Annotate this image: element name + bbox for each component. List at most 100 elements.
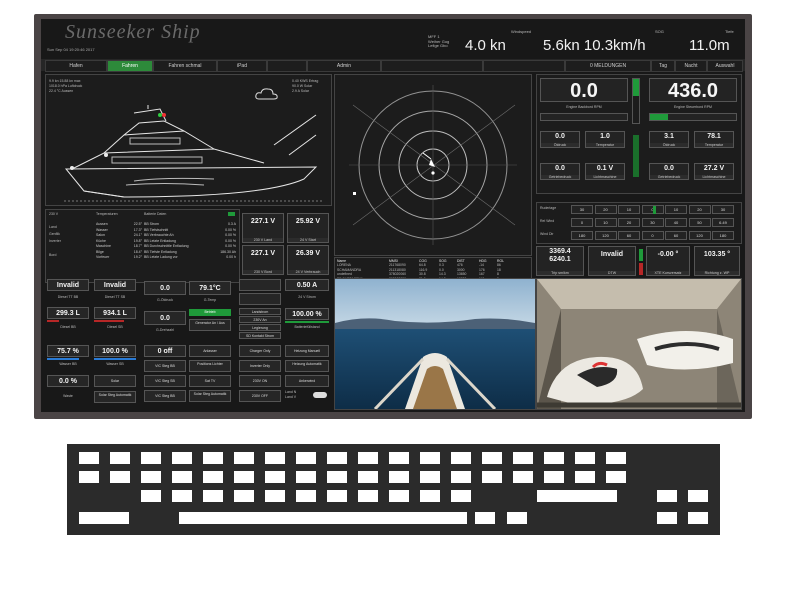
nacht-button[interactable]: Nacht <box>675 60 707 72</box>
strom-24v-value: 0.50 A <box>285 279 329 291</box>
tab-empty-1[interactable] <box>267 60 307 72</box>
keyboard-key[interactable] <box>688 490 708 502</box>
keyboard-key[interactable] <box>482 452 502 464</box>
heizung-manuell-button[interactable]: Heizung Manuell <box>285 345 329 357</box>
keyboard-key[interactable] <box>420 490 440 502</box>
land-toggle[interactable] <box>313 392 327 398</box>
tab-hafen[interactable]: Hafen <box>45 60 107 72</box>
tab-admin[interactable]: Admin <box>307 60 381 72</box>
keyboard-key[interactable] <box>179 512 467 524</box>
dtw-box: Invalid DTW <box>588 246 636 276</box>
keyboard-key[interactable] <box>475 512 495 524</box>
generator-toggle-button[interactable]: Generator An / Aus <box>189 319 231 331</box>
keyboard-key[interactable] <box>141 452 161 464</box>
keyboard-key[interactable] <box>203 452 223 464</box>
keyboard-key[interactable] <box>544 471 564 483</box>
keyboard-key[interactable] <box>688 512 708 524</box>
vic-steg-sb-button[interactable]: VIC Steg SB <box>144 375 186 387</box>
keyboard-key[interactable] <box>141 471 161 483</box>
cloud-icon <box>255 88 278 100</box>
diesel-bb-level <box>47 320 59 322</box>
keyboard-key[interactable] <box>657 512 677 524</box>
keyboard-key[interactable] <box>389 471 409 483</box>
keyboard-key[interactable] <box>296 490 316 502</box>
keyboard-key[interactable] <box>606 452 626 464</box>
tab-ipad[interactable]: iPad <box>217 60 267 72</box>
keyboard-key[interactable] <box>265 452 285 464</box>
keyboard-key[interactable] <box>110 452 130 464</box>
keyboard-key[interactable] <box>389 452 409 464</box>
keyboard-key[interactable] <box>172 452 192 464</box>
rel-wind-scale: 0 10 20 30 40 50 6.49 <box>571 218 737 228</box>
winddir-row-tick: 60 <box>618 231 640 240</box>
solar-steg-automatik-button[interactable]: Solar Steg Automatik <box>189 390 231 402</box>
tab-fahren-schmal[interactable]: Fahren schmal <box>153 60 217 72</box>
solar-button[interactable]: Solar <box>94 375 136 387</box>
anlasser-button[interactable]: Anlasser <box>189 345 231 357</box>
keyboard-key[interactable] <box>420 452 440 464</box>
keyboard-key[interactable] <box>513 471 533 483</box>
keyboard-key[interactable] <box>358 471 378 483</box>
keyboard-key[interactable] <box>358 452 378 464</box>
tab-empty-3[interactable] <box>483 60 565 72</box>
keyboard-key[interactable] <box>513 452 533 464</box>
keyboard-key[interactable] <box>234 471 254 483</box>
keyboard-key[interactable] <box>234 490 254 502</box>
keyboard-key[interactable] <box>234 452 254 464</box>
keyboard-key[interactable] <box>606 471 626 483</box>
battery-header: Batterie Daten <box>144 212 167 216</box>
keyboard-key[interactable] <box>575 471 595 483</box>
inverter-only-button[interactable]: Inverter Only <box>239 360 281 372</box>
solar-steg-button[interactable]: Solar Steg Automatik <box>94 391 136 403</box>
keyboard-key[interactable] <box>507 512 527 524</box>
keyboard-key[interactable] <box>537 490 617 502</box>
auswahl-button[interactable]: Auswahl <box>707 60 743 72</box>
keyboard-key[interactable] <box>389 490 409 502</box>
keyboard-key[interactable] <box>544 452 564 464</box>
voltage-bord-box: 227.1 V 230 V Bord <box>242 245 284 275</box>
keyboard-key[interactable] <box>79 512 129 524</box>
tag-button[interactable]: Tag <box>651 60 675 72</box>
keyboard-key[interactable] <box>451 452 471 464</box>
keyboard-key[interactable] <box>172 471 192 483</box>
keyboard-key[interactable] <box>296 452 316 464</box>
charger-only-button[interactable]: Charger Only <box>239 345 281 357</box>
keyboard-key[interactable] <box>327 490 347 502</box>
vic-steg-bb2-button[interactable]: VIC Steg BB <box>144 390 186 402</box>
keyboard-key[interactable] <box>203 490 223 502</box>
wind-dir-label: Wind Dir <box>540 232 554 236</box>
keyboard-key[interactable] <box>451 490 471 502</box>
keyboard-key[interactable] <box>296 471 316 483</box>
keyboard-key[interactable] <box>79 452 99 464</box>
keyboard-key[interactable] <box>358 490 378 502</box>
keyboard-key[interactable] <box>327 471 347 483</box>
keyboard-key[interactable] <box>141 490 161 502</box>
230v-on-button[interactable]: 230V ON <box>239 375 281 387</box>
keyboard-key[interactable] <box>79 471 99 483</box>
keyboard-key[interactable] <box>265 490 285 502</box>
230v-off-button[interactable]: 230V OFF <box>239 390 281 402</box>
ankerwind-button[interactable]: Ankerwind <box>285 375 329 387</box>
keyboard-key[interactable] <box>451 471 471 483</box>
engine-steuerbord-rpm-box: 436.0 <box>649 78 737 102</box>
keyboard-key[interactable] <box>575 452 595 464</box>
relwind-row-tick: 30 <box>641 218 664 227</box>
wind-dir-scale: 180 120 60 0 60 120 180 <box>571 231 737 241</box>
tab-fahren[interactable]: Fahren <box>107 60 153 72</box>
diesel-bb-value: 299.3 L <box>47 307 89 319</box>
keyboard-key[interactable] <box>110 471 130 483</box>
keyboard-key[interactable] <box>265 471 285 483</box>
heizung-automatik-button[interactable]: Heizung Automatik <box>285 360 329 372</box>
keyboard-key[interactable] <box>172 490 192 502</box>
sat-tv-button[interactable]: Sat TV <box>189 375 231 387</box>
positions-lichter-button[interactable]: Positions Lichter <box>189 360 231 372</box>
rudder-wind-panel: Ruderlage Rel Wind Wind Dir 302010010203… <box>536 202 742 244</box>
keyboard-key[interactable] <box>420 471 440 483</box>
keyboard-key[interactable] <box>657 490 677 502</box>
tab-empty-2[interactable] <box>381 60 483 72</box>
keyboard-key[interactable] <box>482 471 502 483</box>
meldungen-button[interactable]: 0 MELDUNGEN <box>565 60 651 72</box>
keyboard-key[interactable] <box>203 471 223 483</box>
vic-steg-bb-button[interactable]: VIC Steg BB <box>144 360 186 372</box>
keyboard-key[interactable] <box>327 452 347 464</box>
